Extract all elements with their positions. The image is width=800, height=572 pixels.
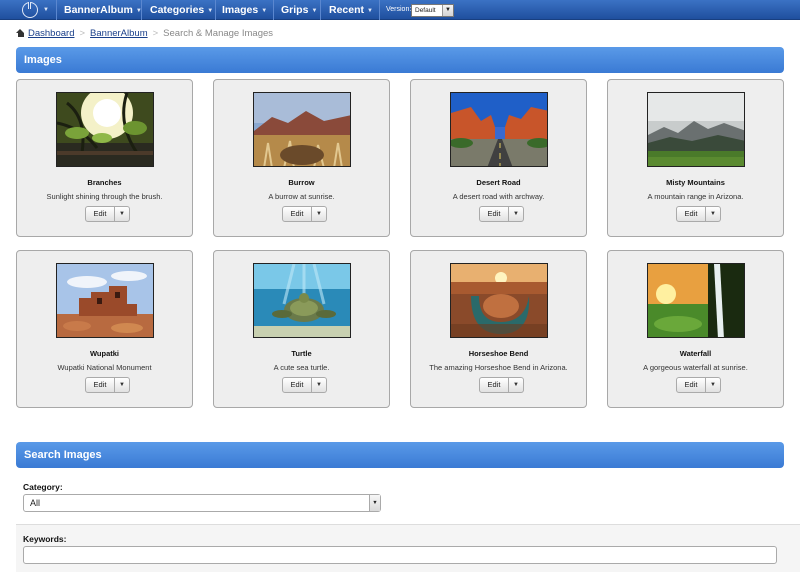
nav-item-label: Images: [222, 4, 259, 16]
chevron-down-icon[interactable]: ▼: [115, 206, 130, 222]
image-card: Desert Road A desert road with archway. …: [410, 79, 587, 237]
edit-button-group: Edit ▼: [479, 377, 524, 393]
desert-road-photo[interactable]: [450, 92, 548, 167]
edit-button[interactable]: Edit: [479, 206, 509, 222]
version-select-value: Default: [415, 7, 436, 14]
power-icon[interactable]: [22, 2, 38, 18]
breadcrumb-current: Search & Manage Images: [163, 28, 274, 39]
card-description: A gorgeous waterfall at sunrise.: [643, 363, 748, 372]
edit-button-group: Edit ▼: [282, 206, 327, 222]
card-description: The amazing Horseshoe Bend in Arizona.: [429, 363, 568, 372]
category-select-value: All: [30, 498, 41, 508]
edit-button-group: Edit ▼: [676, 206, 721, 222]
version-select[interactable]: Default ▼: [411, 4, 454, 17]
edit-button[interactable]: Edit: [676, 206, 706, 222]
image-card: Waterfall A gorgeous waterfall at sunris…: [607, 250, 784, 408]
nav-item-banneralbum[interactable]: BannerAlbum ▼: [64, 0, 142, 20]
card-description: Wupatki National Monument: [57, 363, 152, 372]
category-label: Category:: [23, 482, 63, 492]
home-menu-caret-icon[interactable]: ▼: [43, 0, 49, 20]
card-title: Turtle: [291, 349, 312, 358]
image-card: Burrow A burrow at sunrise. Edit ▼: [213, 79, 390, 237]
wupatki-photo[interactable]: [56, 263, 154, 338]
keywords-label: Keywords:: [23, 534, 67, 544]
turtle-photo[interactable]: [253, 263, 351, 338]
edit-button-group: Edit ▼: [85, 377, 130, 393]
image-card: Turtle A cute sea turtle. Edit ▼: [213, 250, 390, 408]
horseshoe-bend-photo[interactable]: [450, 263, 548, 338]
breadcrumb-link-album[interactable]: BannerAlbum: [90, 28, 148, 39]
nav-divider: [379, 0, 380, 20]
image-card: Branches Sunlight shining through the br…: [16, 79, 193, 237]
waterfall-photo[interactable]: [647, 263, 745, 338]
nav-item-label: Grips: [281, 4, 309, 16]
card-description: Sunlight shining through the brush.: [46, 192, 163, 201]
chevron-down-icon[interactable]: ▼: [706, 377, 721, 393]
image-card: Misty Mountains A mountain range in Ariz…: [607, 79, 784, 237]
card-title: Waterfall: [679, 349, 712, 358]
category-select[interactable]: All ▼: [23, 494, 381, 512]
nav-divider: [56, 0, 57, 20]
version-label: Version:: [386, 6, 412, 13]
nav-item-categories[interactable]: Categories ▼: [150, 0, 213, 20]
nav-item-label: Categories: [150, 4, 205, 16]
card-description: A burrow at sunrise.: [268, 192, 335, 201]
chevron-down-icon[interactable]: ▼: [312, 377, 327, 393]
keywords-input[interactable]: [23, 546, 777, 564]
card-title: Misty Mountains: [666, 178, 725, 187]
edit-button[interactable]: Edit: [479, 377, 509, 393]
breadcrumb: Dashboard > BannerAlbum > Search & Manage Im…: [16, 27, 273, 41]
card-title: Wupatki: [89, 349, 120, 358]
top-nav-bar: ▼ BannerAlbum ▼ Categories ▼ Images ▼ Grips…: [0, 0, 800, 20]
nav-item-label: BannerAlbum: [64, 4, 133, 16]
card-description: A mountain range in Arizona.: [647, 192, 744, 201]
nav-item-recent[interactable]: Recent ▼: [329, 0, 373, 20]
branches-photo[interactable]: [56, 92, 154, 167]
image-card: Horseshoe Bend The amazing Horseshoe Ben…: [410, 250, 587, 408]
nav-divider: [215, 0, 216, 20]
nav-item-label: Recent: [329, 4, 365, 16]
chevron-down-icon: ▼: [311, 8, 318, 14]
nav-item-grips[interactable]: Grips ▼: [281, 0, 317, 20]
edit-button[interactable]: Edit: [282, 206, 312, 222]
images-section-header: Images: [16, 47, 784, 73]
breadcrumb-link-dashboard[interactable]: Dashboard: [28, 28, 74, 39]
card-title: Desert Road: [476, 178, 521, 187]
nav-divider: [273, 0, 274, 20]
edit-button-group: Edit ▼: [85, 206, 130, 222]
nav-divider: [320, 0, 321, 20]
edit-button[interactable]: Edit: [85, 377, 115, 393]
edit-button[interactable]: Edit: [676, 377, 706, 393]
card-description: A desert road with archway.: [452, 192, 545, 201]
chevron-down-icon[interactable]: ▼: [706, 206, 721, 222]
chevron-down-icon: ▼: [367, 8, 373, 14]
chevron-down-icon: ▼: [369, 495, 380, 511]
edit-button[interactable]: Edit: [282, 377, 312, 393]
edit-button-group: Edit ▼: [479, 206, 524, 222]
search-images-section-header: Search Images: [16, 442, 784, 468]
edit-button-group: Edit ▼: [282, 377, 327, 393]
nav-divider: [141, 0, 142, 20]
breadcrumb-separator: >: [152, 28, 159, 39]
burrow-photo[interactable]: [253, 92, 351, 167]
chevron-down-icon[interactable]: ▼: [509, 206, 524, 222]
breadcrumb-separator: >: [79, 28, 86, 39]
chevron-down-icon[interactable]: ▼: [509, 377, 524, 393]
card-description: A cute sea turtle.: [273, 363, 330, 372]
nav-item-images[interactable]: Images ▼: [222, 0, 267, 20]
home-icon: [16, 29, 25, 37]
edit-button[interactable]: Edit: [85, 206, 115, 222]
chevron-down-icon: ▼: [207, 8, 214, 14]
image-card: Wupatki Wupatki National Monument Edit ▼: [16, 250, 193, 408]
edit-button-group: Edit ▼: [676, 377, 721, 393]
chevron-down-icon: ▼: [261, 8, 268, 14]
chevron-down-icon: ▼: [442, 5, 453, 16]
chevron-down-icon[interactable]: ▼: [115, 377, 130, 393]
card-title: Horseshoe Bend: [468, 349, 529, 358]
chevron-down-icon[interactable]: ▼: [312, 206, 327, 222]
misty-mountains-photo[interactable]: [647, 92, 745, 167]
card-title: Burrow: [288, 178, 315, 187]
card-title: Branches: [87, 178, 122, 187]
